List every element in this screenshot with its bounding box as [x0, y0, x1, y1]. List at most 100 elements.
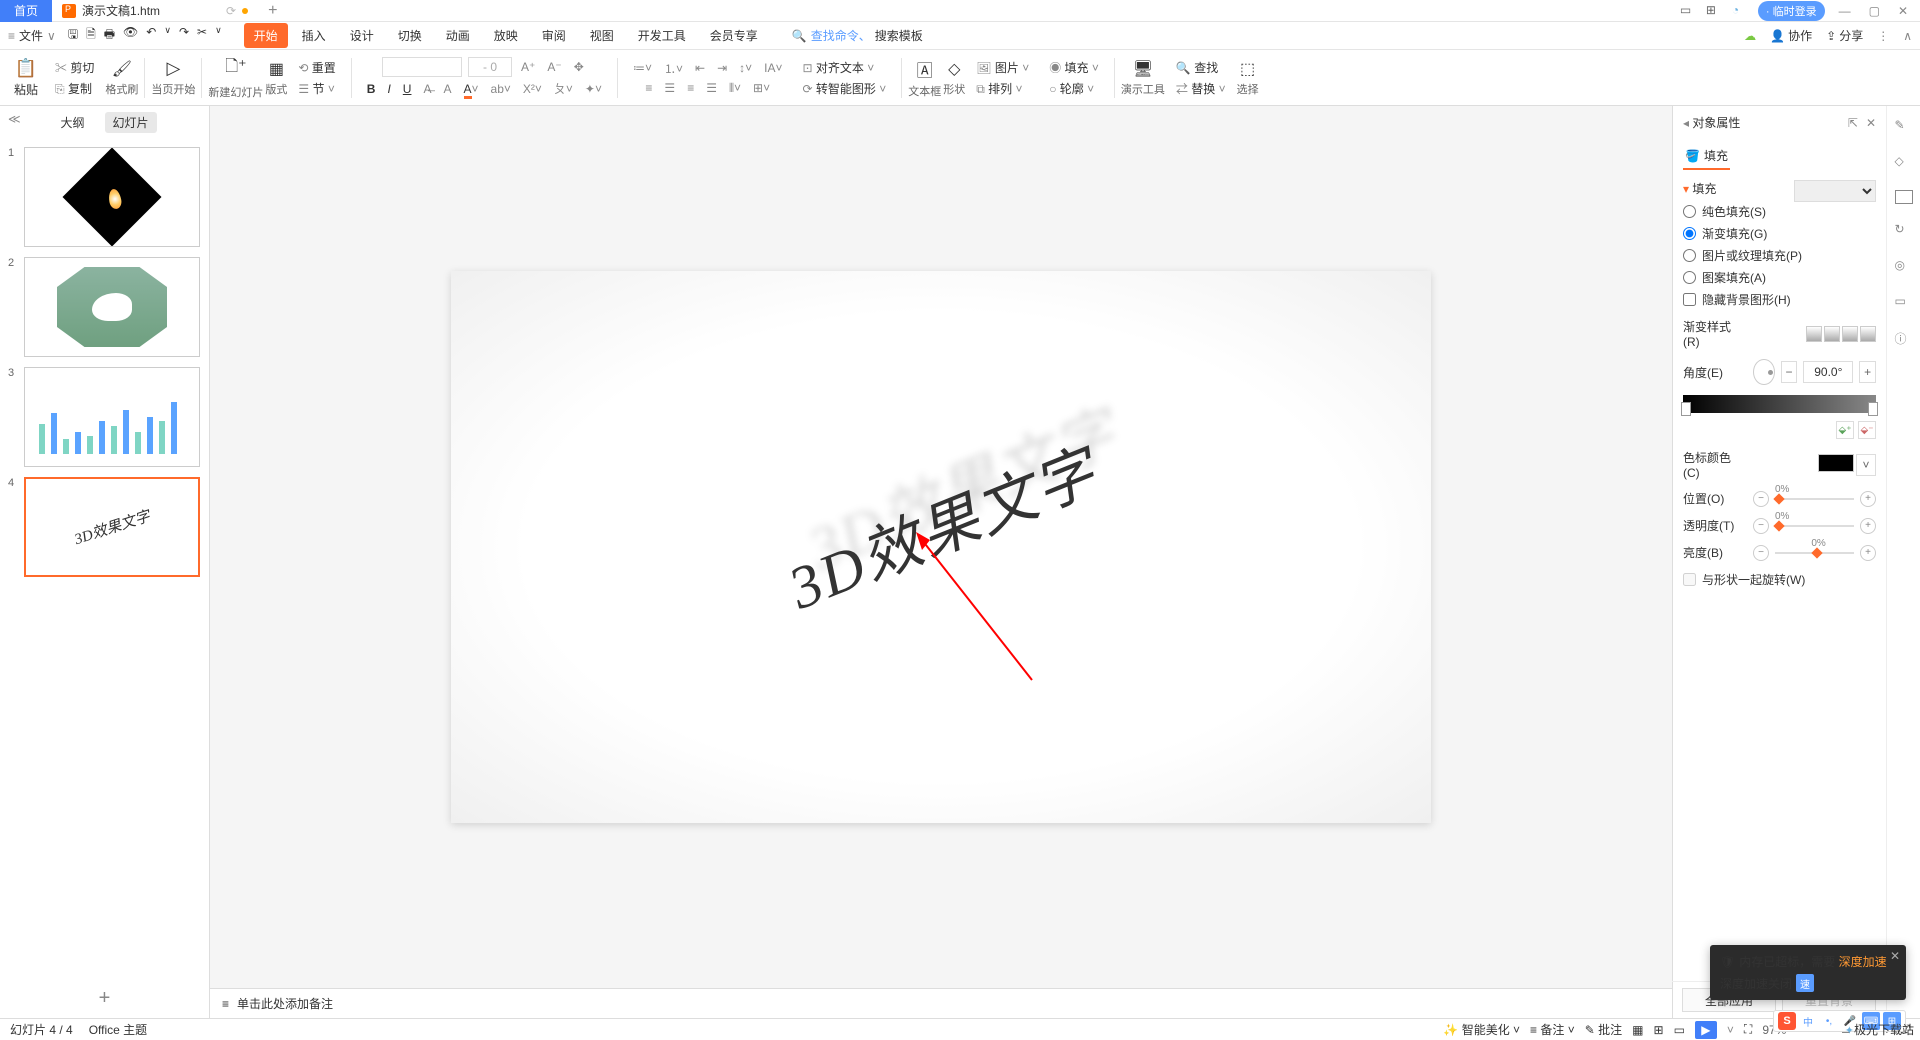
strip-book-icon[interactable]: ▭ [1895, 294, 1913, 312]
slide-thumb-3[interactable] [24, 367, 200, 467]
ime-punct-icon[interactable]: •, [1820, 1012, 1838, 1030]
section-button[interactable]: ☰ 节 ˅ [295, 79, 337, 98]
columns-icon[interactable]: ⫴˅ [726, 80, 744, 97]
paste-button[interactable]: 📋粘贴 [14, 58, 38, 98]
position-plus[interactable]: + [1860, 491, 1876, 507]
ime-bar[interactable]: S 中 •, 🎤 ⌨ ⊞ [1773, 1010, 1906, 1032]
font-size-input[interactable] [468, 57, 512, 77]
italic-icon[interactable]: I [384, 81, 393, 97]
outdent-icon[interactable]: ⇤ [692, 60, 708, 76]
tablet-icon[interactable]: ▭ [1680, 3, 1696, 19]
radio-gradient[interactable]: 渐变填充(G) [1683, 225, 1876, 242]
bullets-icon[interactable]: ≔˅ [630, 60, 655, 76]
maximize-button[interactable]: ▢ [1865, 4, 1884, 18]
fill-preset-select[interactable] [1794, 180, 1876, 202]
document-tab[interactable]: 演示文稿1.htm ⟳ [52, 2, 258, 19]
cut-button[interactable]: ✂ 剪切 [52, 58, 97, 77]
collapse-panel-icon[interactable]: ≪ [8, 112, 21, 126]
angle-input[interactable] [1803, 361, 1853, 383]
save-as-icon[interactable]: 🗎 [86, 25, 96, 46]
strip-pen-icon[interactable]: ✎ [1895, 118, 1913, 136]
stop-color-well[interactable] [1818, 454, 1854, 472]
pin-icon[interactable]: ⇱ [1848, 116, 1858, 130]
search-link[interactable]: 查找命令、 [811, 27, 871, 44]
align-center-icon[interactable]: ☰ [661, 80, 678, 96]
tab-slideshow[interactable]: 放映 [484, 23, 528, 48]
from-current-button[interactable]: ▷当页开始 [151, 58, 195, 97]
font-color-icon[interactable]: A˅ [461, 81, 482, 97]
ime-mic-icon[interactable]: 🎤 [1841, 1012, 1859, 1030]
textbox-button[interactable]: 🄰文本框 [908, 57, 941, 99]
grad-path-icon[interactable] [1860, 326, 1876, 342]
angle-minus[interactable]: − [1781, 361, 1798, 383]
text-direction-icon[interactable]: IA˅ [761, 60, 785, 76]
select-button[interactable]: ⬚选择 [1237, 59, 1259, 97]
copy-button[interactable]: ⎘ 复制 [52, 79, 95, 98]
close-button[interactable]: ✕ [1894, 4, 1912, 18]
minimize-button[interactable]: — [1835, 4, 1855, 18]
beautify-button[interactable]: ✨ 智能美化 ˅ [1443, 1021, 1520, 1038]
decrease-font-icon[interactable]: A⁻ [544, 59, 564, 75]
ime-keyboard-icon[interactable]: ⌨ [1862, 1012, 1880, 1030]
strip-shape-icon[interactable]: ◇ [1895, 154, 1913, 172]
fit-icon[interactable]: ⛶ [1744, 1022, 1752, 1037]
distribute-icon[interactable]: ⊞˅ [750, 80, 773, 96]
radio-pattern[interactable]: 图案填充(A) [1683, 269, 1876, 286]
numbering-icon[interactable]: ⒈˅ [661, 59, 686, 78]
command-search[interactable]: 🔍 查找命令、 搜索模板 [792, 27, 923, 44]
apps-icon[interactable]: ⊞ [1706, 3, 1722, 19]
align-left-icon[interactable]: ≡ [642, 80, 655, 96]
align-right-icon[interactable]: ≡ [684, 80, 697, 96]
stop-color-dropdown[interactable]: ˅ [1856, 454, 1876, 476]
collapse-ribbon-icon[interactable]: ∧ [1903, 29, 1912, 43]
tab-view[interactable]: 视图 [580, 23, 624, 48]
view-sorter-icon[interactable]: ⊞ [1654, 1023, 1664, 1037]
shadow-icon[interactable]: A [440, 81, 454, 97]
shape-button[interactable]: ◇形状 [943, 59, 965, 97]
redo-icon[interactable]: ↷ [179, 25, 189, 46]
tab-animation[interactable]: 动画 [436, 23, 480, 48]
bright-minus[interactable]: − [1753, 545, 1769, 561]
undo-icon[interactable]: ↶ [146, 25, 156, 46]
view-reading-icon[interactable]: ▭ [1674, 1023, 1685, 1037]
sogou-icon[interactable]: S [1778, 1012, 1796, 1030]
tab-design[interactable]: 设计 [340, 23, 384, 48]
reset-button[interactable]: ⟲ 重置 [295, 58, 338, 77]
strip-settings-icon[interactable] [1895, 190, 1913, 204]
line-spacing-icon[interactable]: ↕˅ [736, 60, 755, 76]
preview-icon[interactable]: 👁 [123, 25, 138, 46]
angle-dial[interactable] [1753, 359, 1775, 385]
grad-radial-icon[interactable] [1824, 326, 1840, 342]
add-slide-button[interactable]: + [0, 979, 209, 1018]
tab-vip[interactable]: 会员专享 [700, 23, 768, 48]
strip-help-icon[interactable]: ⓘ [1895, 330, 1913, 348]
effects-icon[interactable]: ✦˅ [582, 81, 605, 97]
add-stop-icon[interactable]: ⬙⁺ [1836, 421, 1854, 439]
angle-plus[interactable]: + [1859, 361, 1876, 383]
ime-grid-icon[interactable]: ⊞ [1883, 1012, 1901, 1030]
notes-toggle[interactable]: ≡ 备注 ˅ [1530, 1021, 1575, 1038]
increase-font-icon[interactable]: A⁺ [518, 59, 538, 75]
tab-transition[interactable]: 切换 [388, 23, 432, 48]
trans-plus[interactable]: + [1860, 518, 1876, 534]
more-icon[interactable]: ⋮ [1877, 29, 1889, 43]
tab-insert[interactable]: 插入 [292, 23, 336, 48]
clear-format-icon[interactable]: ✥ [571, 59, 587, 75]
new-slide-button[interactable]: 🗋⁺新建幻灯片 [208, 55, 263, 100]
justify-icon[interactable]: ☰ [703, 80, 720, 96]
qat-more-icon[interactable]: ∨ [215, 25, 222, 46]
grad-rect-icon[interactable] [1842, 326, 1858, 342]
position-minus[interactable]: − [1753, 491, 1769, 507]
login-button[interactable]: · 临时登录 [1758, 1, 1825, 21]
outline-tab[interactable]: 大纲 [52, 112, 92, 133]
smart-shape-button[interactable]: ⟳ 转智能图形 ˅ [800, 79, 890, 98]
change-case-icon[interactable]: ㄆ˅ [551, 79, 576, 98]
bold-icon[interactable]: B [364, 81, 379, 97]
slideshow-dropdown[interactable]: ˅ [1727, 1023, 1734, 1037]
tab-devtools[interactable]: 开发工具 [628, 23, 696, 48]
refresh-icon[interactable]: ⟳ [226, 4, 236, 18]
hamburger-icon[interactable]: ≡ [8, 29, 15, 43]
tools-button[interactable]: 🖥演示工具 [1121, 59, 1165, 97]
home-tab[interactable]: 首页 [0, 0, 52, 22]
slide-thumb-2[interactable] [24, 257, 200, 357]
